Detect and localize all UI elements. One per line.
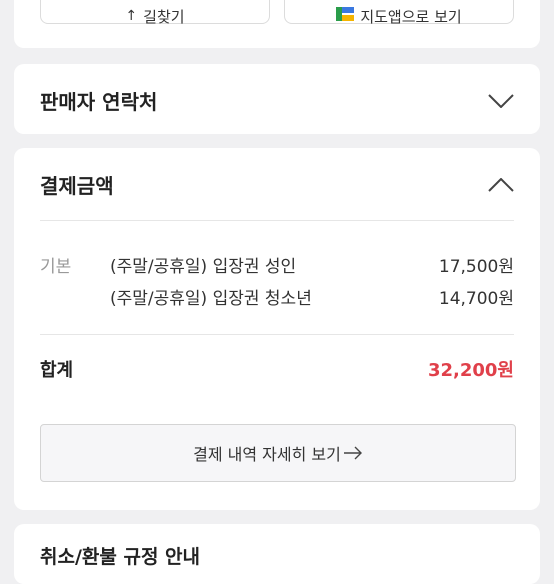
payment-category: 기본 [40,257,72,277]
directions-button[interactable]: ↑ 길찾기 [40,0,270,26]
refund-policy-title: 취소/환불 규정 안내 [40,546,201,568]
payment-item-name: (주말/공휴일) 입장권 청소년 [110,289,312,309]
payment-item-row: (주말/공휴일) 입장권 청소년 14,700원 [40,284,514,314]
payment-item-name: (주말/공휴일) 입장권 성인 [110,257,297,277]
location-actions-card: ↑ 길찾기 지도앱으로 보기 [14,0,540,48]
chevron-down-icon[interactable] [488,94,514,108]
open-map-app-label: 지도앱으로 보기 [360,7,462,26]
view-payment-details-label: 결제 내역 자세히 보기 [193,445,341,464]
arrow-icon: ↑ [125,8,138,24]
directions-button-label: 길찾기 [143,7,185,26]
view-payment-details-button[interactable]: 결제 내역 자세히 보기 [40,424,516,482]
map-app-icon [336,7,355,25]
open-map-app-button[interactable]: 지도앱으로 보기 [284,0,514,26]
payment-divider-top [40,220,514,221]
payment-divider-bottom [40,334,514,335]
payment-amount-title: 결제금액 [40,174,114,198]
seller-contact-title: 판매자 연락처 [40,90,158,114]
total-label: 합계 [40,360,74,381]
payment-amount-section: 결제금액 기본 (주말/공휴일) 입장권 성인 17,500원 (주말/공휴일)… [14,148,540,510]
payment-item-price: 14,700원 [438,289,514,309]
refund-policy-section[interactable]: 취소/환불 규정 안내 [14,524,540,584]
total-amount: 32,200원 [427,360,514,381]
chevron-up-icon[interactable] [488,178,514,192]
arrow-right-icon [343,446,362,460]
payment-item-price: 17,500원 [438,257,514,277]
seller-contact-section[interactable]: 판매자 연락처 [14,64,540,134]
payment-item-row: 기본 (주말/공휴일) 입장권 성인 17,500원 [40,252,514,282]
